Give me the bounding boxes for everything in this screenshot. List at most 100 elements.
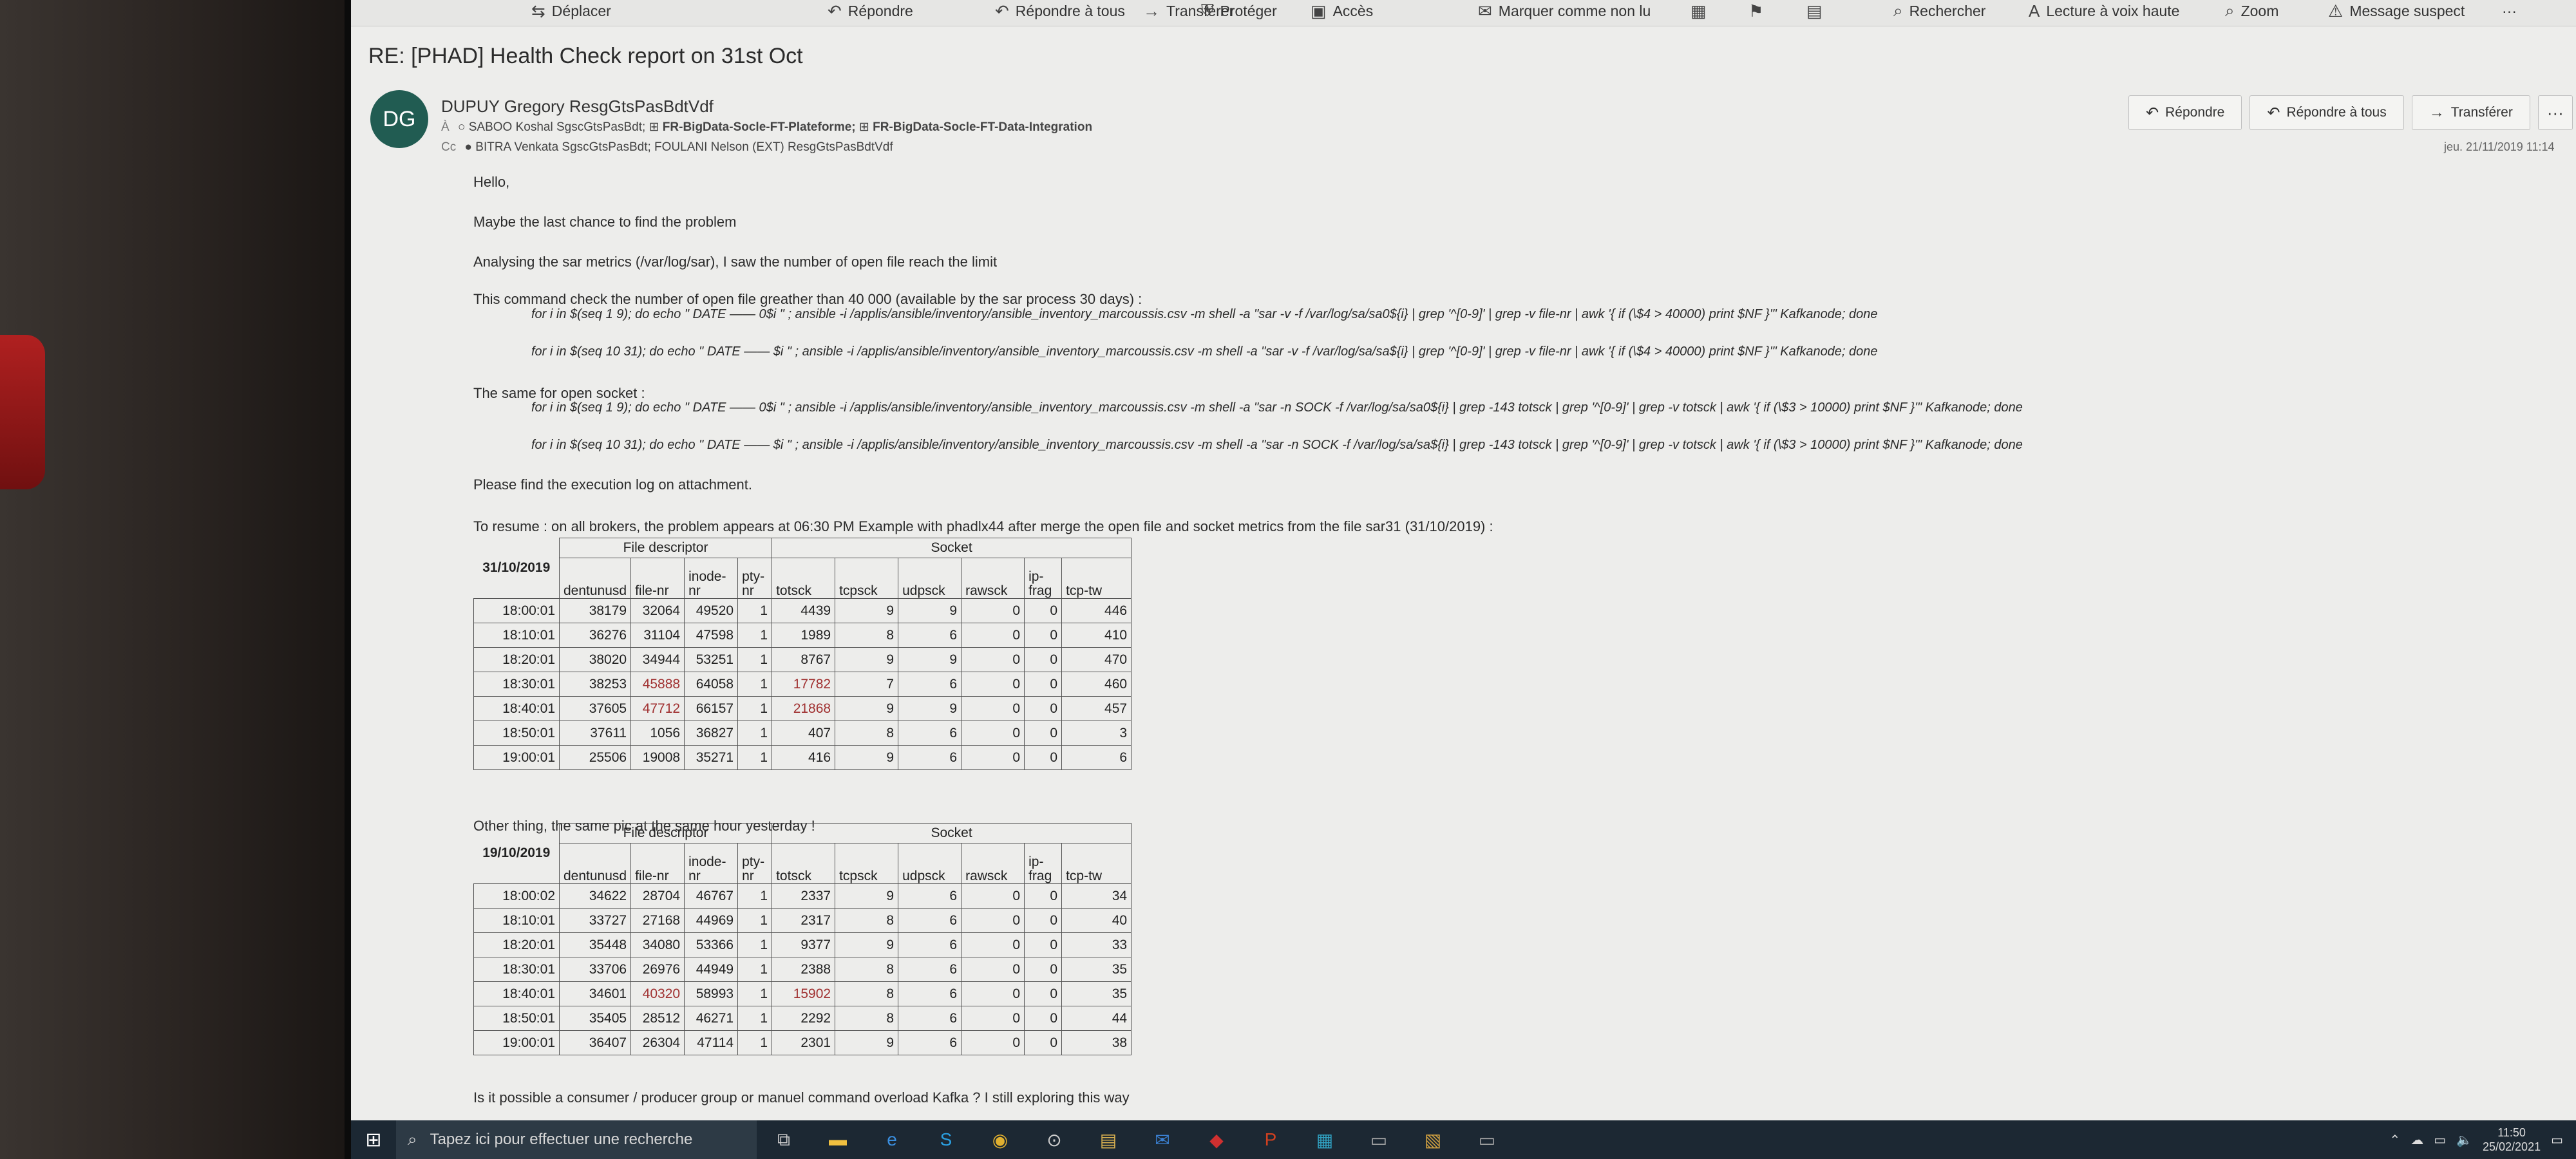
reply-button[interactable]: ↶ Répondre bbox=[2128, 95, 2242, 130]
table-cell: 26976 bbox=[630, 957, 685, 982]
group-expand-icon[interactable]: ⊞ bbox=[859, 120, 869, 134]
notes-icon[interactable]: ▤ bbox=[1081, 1120, 1135, 1159]
table-cell: 58993 bbox=[684, 981, 739, 1006]
table-cell: 0 bbox=[1024, 883, 1063, 909]
ribbon-button[interactable]: ⌕ Rechercher bbox=[1893, 0, 1985, 22]
ribbon-button[interactable]: ··· bbox=[2502, 0, 2517, 22]
ribbon-button[interactable]: ↶ Répondre bbox=[828, 0, 913, 22]
time-cell: 18:50:01 bbox=[473, 721, 560, 746]
column-header: rawsck bbox=[961, 843, 1025, 884]
recipient[interactable]: SABOO Koshal SgscGtsPasBdt; bbox=[469, 120, 646, 134]
tray-arrow-icon[interactable]: ⌃ bbox=[2389, 1132, 2400, 1148]
table-cell: 9 bbox=[898, 647, 962, 672]
table-cell: 0 bbox=[1024, 721, 1063, 746]
sender-avatar[interactable]: DG bbox=[370, 90, 428, 148]
table-row: 18:30:01 33706 26976 44949 1 2388 8 6 0 0 35 bbox=[473, 957, 1132, 982]
clock[interactable]: 11:50 25/02/2021 bbox=[2483, 1126, 2541, 1154]
task-view-icon[interactable]: ⧉ bbox=[757, 1120, 811, 1159]
table-cell: 9 bbox=[835, 932, 899, 957]
ribbon-label: Protéger bbox=[1220, 2, 1277, 19]
table-cell: 0 bbox=[961, 883, 1025, 909]
sender-name[interactable]: DUPUY Gregory ResgGtsPasBdtVdf bbox=[441, 97, 714, 117]
app-icon-2[interactable]: ▧ bbox=[1406, 1120, 1460, 1159]
ribbon-button[interactable]: ▣ Accès bbox=[1311, 0, 1373, 22]
network-icon[interactable]: ▭ bbox=[2434, 1132, 2446, 1148]
volume-icon[interactable]: 🔈 bbox=[2456, 1132, 2472, 1148]
email-date: jeu. 21/11/2019 11:14 bbox=[2444, 140, 2555, 153]
ribbon-label: Déplacer bbox=[551, 2, 611, 19]
table-cell: 35 bbox=[1061, 981, 1132, 1006]
ribbon-button[interactable]: ⇆ Déplacer bbox=[531, 0, 611, 22]
file-explorer-icon[interactable]: ▬ bbox=[811, 1120, 865, 1159]
column-header: pty-nr bbox=[737, 843, 773, 884]
table-cell: 1056 bbox=[630, 721, 685, 746]
table-cell: 38 bbox=[1061, 1030, 1132, 1055]
edge-browser-icon[interactable]: e bbox=[865, 1120, 919, 1159]
recipient[interactable]: BITRA Venkata SgscGtsPasBdt; FOULANI Nel… bbox=[475, 140, 893, 154]
body-line: This command check the number of open fi… bbox=[473, 291, 1142, 307]
forward-button[interactable]: → Transférer bbox=[2411, 95, 2530, 130]
ribbon-button[interactable]: ↶ Répondre à tous bbox=[995, 0, 1125, 22]
table-body: 18:00:02 34622 28704 46767 1 2337 9 6 0 0 34 18:10:… bbox=[473, 883, 1132, 1055]
table-cell: 38020 bbox=[558, 647, 632, 672]
column-header: dentunusd bbox=[558, 843, 632, 884]
time-cell: 19:00:01 bbox=[473, 745, 560, 770]
remote-desktop-icon-2[interactable]: ▭ bbox=[1460, 1120, 1514, 1159]
ribbon-button[interactable]: ⚑ bbox=[1748, 0, 1770, 22]
skype-icon[interactable]: S bbox=[919, 1120, 973, 1159]
group-header-socket: Socket bbox=[772, 538, 1132, 558]
table-cell: 47712 bbox=[630, 696, 685, 721]
powerpoint-icon[interactable]: P bbox=[1244, 1120, 1298, 1159]
ribbon-button[interactable]: ⚠ Message suspect bbox=[2328, 0, 2465, 22]
to-label: À bbox=[441, 120, 450, 134]
body-line: The same for open socket : bbox=[473, 385, 645, 401]
chrome-icon[interactable]: ◉ bbox=[973, 1120, 1027, 1159]
ribbon-button[interactable]: ⛨ Protéger bbox=[1201, 0, 1277, 22]
table-cell: 36827 bbox=[684, 721, 739, 746]
ribbon-button[interactable]: ⌕ Zoom bbox=[2225, 0, 2278, 22]
system-tray: ⌃ ☁ ▭ 🔈 11:50 25/02/2021 ▭ bbox=[2389, 1120, 2563, 1159]
ribbon-button[interactable]: ✉ Marquer comme non lu bbox=[1478, 0, 1651, 22]
onedrive-icon[interactable]: ☁ bbox=[2410, 1132, 2423, 1148]
taskbar-search[interactable]: ⌕ Tapez ici pour effectuer une recherche bbox=[396, 1120, 757, 1159]
table-cell: 0 bbox=[1024, 981, 1063, 1006]
table-row: 18:30:01 38253 45888 64058 1 17782 7 6 0 0 460 bbox=[473, 672, 1132, 697]
table-cell: 28512 bbox=[630, 1006, 685, 1031]
group-expand-icon[interactable]: ⊞ bbox=[649, 120, 659, 134]
table-cell: 34080 bbox=[630, 932, 685, 957]
table-cell: 34622 bbox=[558, 883, 632, 909]
time-cell: 18:50:01 bbox=[473, 1006, 560, 1031]
message-actions: ↶ Répondre ↶ Répondre à tous → Transfére… bbox=[2128, 95, 2573, 130]
column-header: pty-nr bbox=[737, 558, 773, 599]
ribbon-button[interactable]: A Lecture à voix haute bbox=[2029, 0, 2179, 22]
table-cell: 38253 bbox=[558, 672, 632, 697]
more-actions-button[interactable]: ··· bbox=[2537, 95, 2573, 130]
table-cell: 9 bbox=[835, 883, 899, 909]
table-cell: 2292 bbox=[772, 1006, 836, 1031]
table-cell: 7 bbox=[835, 672, 899, 697]
recipient-group[interactable]: FR-BigData-Socle-FT-Data-Integration bbox=[873, 120, 1092, 134]
column-header: totsck bbox=[772, 558, 836, 599]
time-cell: 18:40:01 bbox=[473, 696, 560, 721]
outlook-icon[interactable]: ✉ bbox=[1135, 1120, 1189, 1159]
search-placeholder: Tapez ici pour effectuer une recherche bbox=[430, 1131, 693, 1148]
ribbon-button[interactable]: ▤ bbox=[1806, 0, 1829, 22]
recipient-group[interactable]: FR-BigData-Socle-FT-Plateforme; bbox=[663, 120, 856, 134]
ribbon-button[interactable]: ▦ bbox=[1690, 0, 1713, 22]
start-button[interactable]: ⊞ bbox=[351, 1120, 396, 1159]
table-cell: 1 bbox=[737, 598, 773, 623]
table-cell: 25506 bbox=[558, 745, 632, 770]
reply-all-button[interactable]: ↶ Répondre à tous bbox=[2249, 95, 2404, 130]
app-icon[interactable]: ▦ bbox=[1298, 1120, 1352, 1159]
remote-desktop-icon[interactable]: ▭ bbox=[1352, 1120, 1406, 1159]
table-cell: 8 bbox=[835, 908, 899, 933]
table-cell: 407 bbox=[772, 721, 836, 746]
table-cell: 40 bbox=[1061, 908, 1132, 933]
lock-app-icon[interactable]: ⊙ bbox=[1027, 1120, 1081, 1159]
recipient-status-icon: ● bbox=[464, 140, 472, 154]
table-cell: 34 bbox=[1061, 883, 1132, 909]
column-header: tcp-tw bbox=[1061, 843, 1132, 884]
git-icon[interactable]: ◆ bbox=[1189, 1120, 1244, 1159]
notification-icon[interactable]: ▭ bbox=[2551, 1132, 2563, 1148]
ribbon-toolbar: ⇆ Déplacer ↶ Répondre ↶ Répondre à tous → Trans… bbox=[351, 0, 2576, 26]
